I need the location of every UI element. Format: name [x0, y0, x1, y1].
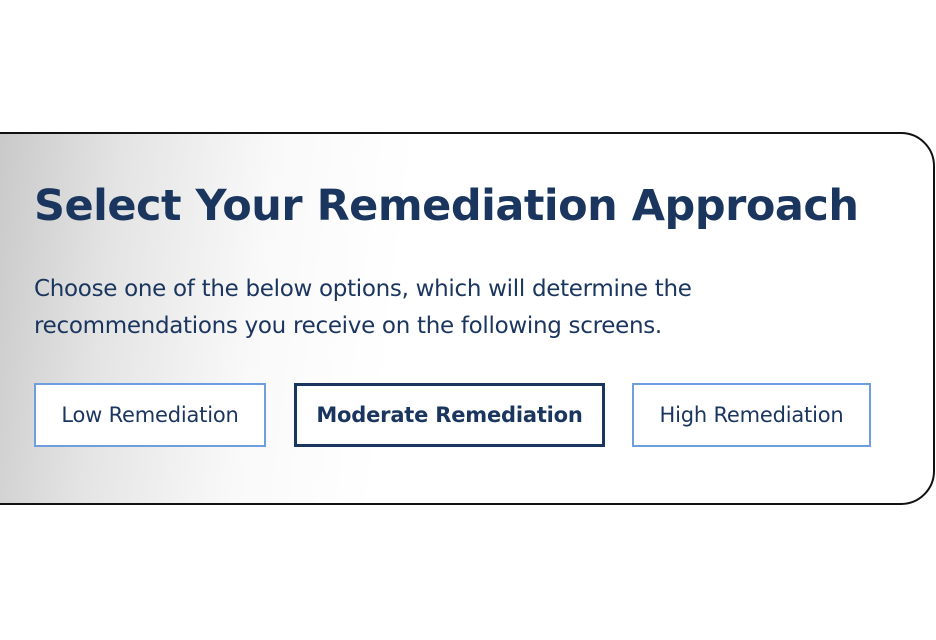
- moderate-remediation-button[interactable]: Moderate Remediation: [294, 383, 605, 447]
- high-remediation-button[interactable]: High Remediation: [632, 383, 871, 447]
- instructions-text: Choose one of the below options, which w…: [34, 276, 692, 339]
- page-title: Select Your Remediation Approach: [34, 181, 859, 231]
- low-remediation-button[interactable]: Low Remediation: [34, 383, 266, 447]
- remediation-approach-card: Select Your Remediation Approach Choose …: [0, 132, 935, 505]
